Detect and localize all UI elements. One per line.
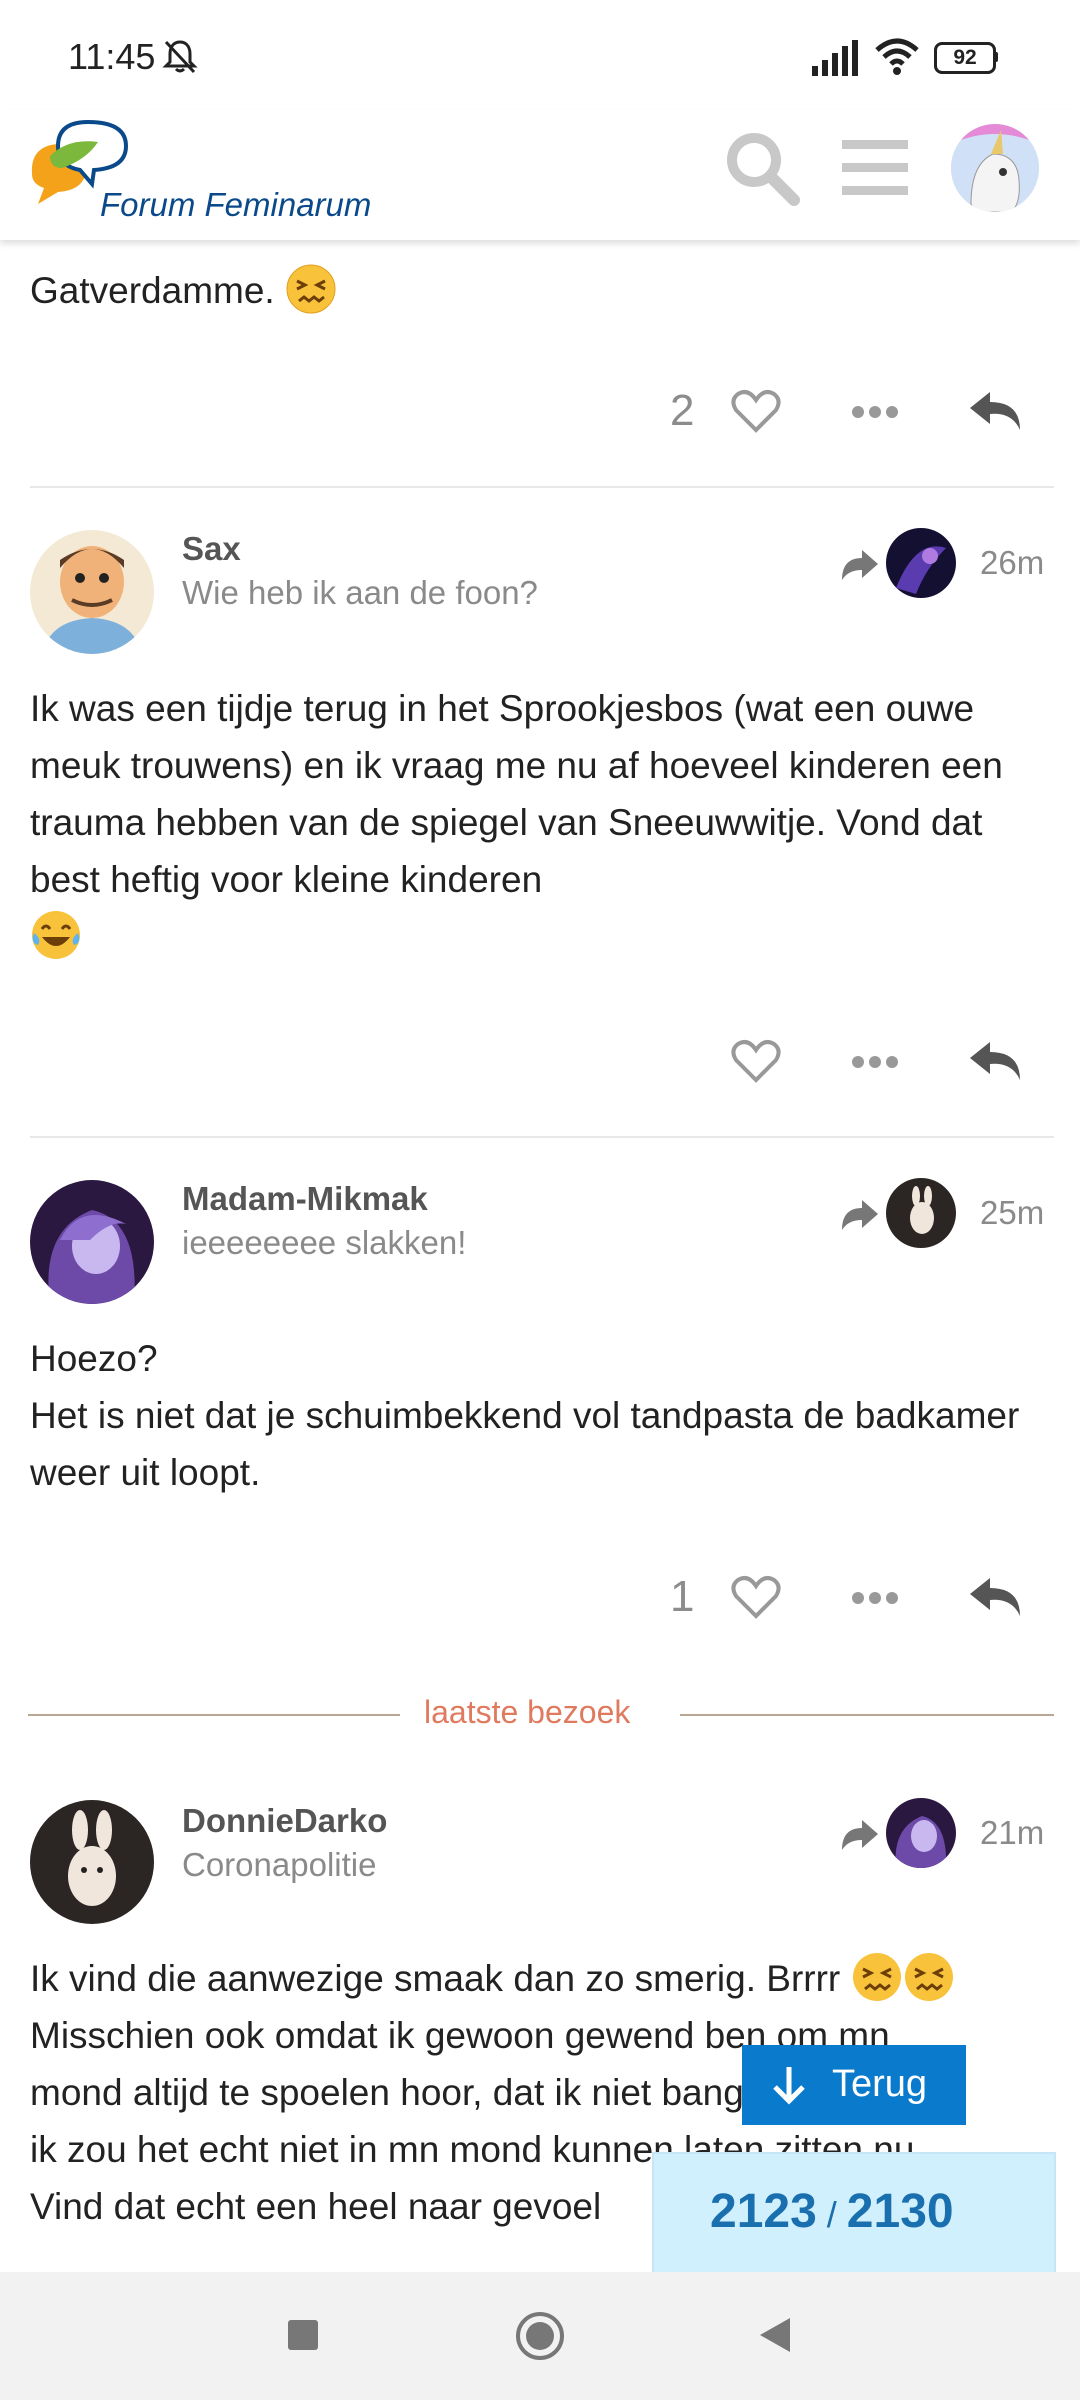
post-time[interactable]: 25m	[980, 1194, 1044, 1232]
reply-icon[interactable]	[968, 1038, 1022, 1084]
forum-logo[interactable]: Forum Feminarum	[28, 116, 388, 231]
recents-icon[interactable]	[288, 2320, 318, 2350]
logo-text: Forum Feminarum	[100, 186, 372, 223]
battery-level: 92	[934, 42, 996, 74]
last-visit-line	[28, 1714, 400, 1716]
battery-icon: 92	[934, 42, 998, 74]
reply-to-icon	[842, 550, 878, 580]
system-nav-bar	[0, 2272, 1080, 2400]
back-to-label: Terug	[832, 2063, 928, 2105]
avatar[interactable]	[30, 1180, 154, 1304]
username[interactable]: Madam-Mikmak	[182, 1180, 428, 1218]
like-count: 2	[670, 386, 695, 435]
avatar[interactable]	[30, 530, 154, 654]
post-text: Vind dat echt een heel naar gevoel	[30, 2186, 602, 2227]
heart-icon[interactable]	[730, 1574, 782, 1620]
wifi-icon	[875, 38, 919, 75]
reply-icon[interactable]	[968, 1574, 1022, 1620]
last-visit-line	[680, 1714, 1054, 1716]
progress-total: 2130	[846, 2185, 954, 2238]
user-avatar[interactable]	[951, 124, 1039, 212]
back-icon[interactable]	[758, 2316, 792, 2354]
post-text: Ik vind die aanwezige smaak dan zo smeri…	[30, 1958, 841, 1999]
username[interactable]: DonnieDarko	[182, 1802, 387, 1840]
post-divider	[30, 1136, 1054, 1138]
post-body: Hoezo? Het is niet dat je schuimbekkend …	[30, 1330, 1050, 1501]
more-options-icon[interactable]	[850, 1054, 900, 1070]
post-time[interactable]: 21m	[980, 1814, 1044, 1852]
user-title: ieeeeeeee slakken!	[182, 1224, 467, 1261]
home-icon[interactable]	[514, 2310, 566, 2362]
username[interactable]: Sax	[182, 530, 241, 568]
confounded-face-emoji	[904, 1953, 953, 2001]
hamburger-icon[interactable]	[842, 138, 908, 198]
reply-to-icon	[842, 1200, 878, 1230]
post-body: Ik was een tijdje terug in het Sprookjes…	[30, 680, 1050, 965]
confounded-face-emoji	[286, 264, 336, 314]
avatar[interactable]	[30, 1800, 154, 1924]
progress-current: 2123	[710, 2185, 817, 2238]
post-body: Gatverdamme.	[30, 262, 1050, 319]
user-title: Coronapolitie	[182, 1846, 377, 1883]
bell-muted-icon	[162, 40, 198, 74]
like-count: 1	[670, 1572, 695, 1621]
post-text: Gatverdamme.	[30, 270, 275, 311]
signal-icon	[812, 40, 858, 76]
reply-to-avatar[interactable]	[886, 528, 956, 598]
more-options-icon[interactable]	[850, 1590, 900, 1606]
reply-to-avatar[interactable]	[886, 1178, 956, 1248]
progress-separator: /	[826, 2194, 837, 2235]
post-time[interactable]: 26m	[980, 544, 1044, 582]
reply-icon[interactable]	[968, 388, 1022, 434]
heart-icon[interactable]	[730, 1038, 782, 1084]
more-options-icon[interactable]	[850, 404, 900, 420]
last-visit-label: laatste bezoek	[424, 1694, 631, 1730]
reply-to-icon	[842, 1820, 878, 1850]
post-text: Ik was een tijdje terug in het Sprookjes…	[30, 688, 1003, 900]
status-bar: 11:45 92	[0, 0, 1080, 110]
post-text: Het is niet dat je schuimbekkend vol tan…	[30, 1395, 1020, 1493]
user-title: Wie heb ik aan de foon?	[182, 574, 538, 611]
site-header: Forum Feminarum	[0, 110, 1080, 240]
post-divider	[30, 486, 1054, 488]
post-progress[interactable]: 2123/2130	[652, 2152, 1056, 2274]
status-time: 11:45	[68, 36, 156, 77]
back-to-button[interactable]: Terug	[742, 2045, 966, 2125]
arrow-down-icon	[773, 2067, 805, 2105]
confounded-face-emoji	[852, 1953, 901, 2001]
search-icon[interactable]	[722, 128, 802, 208]
post-text: Hoezo?	[30, 1338, 158, 1379]
heart-icon[interactable]	[730, 388, 782, 434]
tears-of-joy-emoji	[32, 911, 80, 959]
reply-to-avatar[interactable]	[886, 1798, 956, 1868]
